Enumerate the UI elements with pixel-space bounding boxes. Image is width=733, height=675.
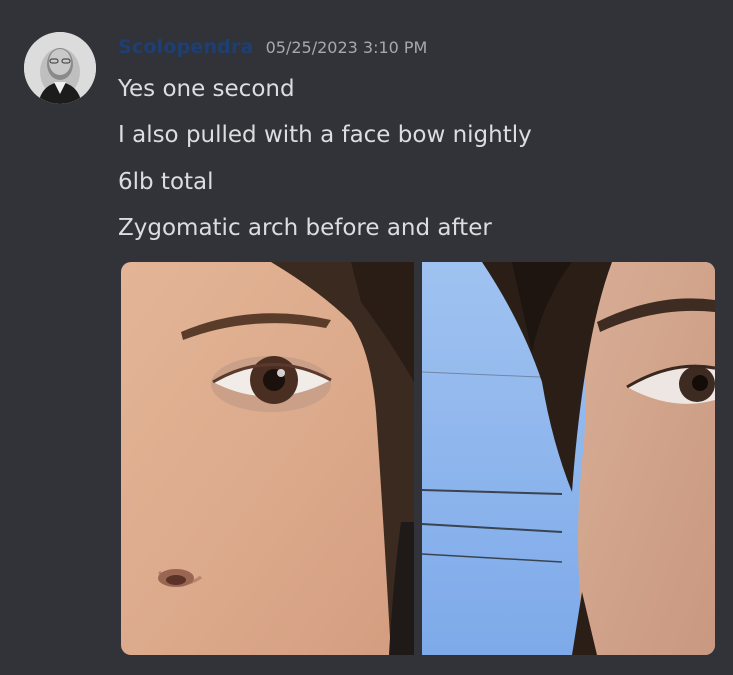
author-name[interactable]: Scolopendra [118,36,254,58]
message-line: Yes one second [118,76,295,102]
after-photo[interactable] [422,262,715,655]
message-timestamp[interactable]: 05/25/2023 3:10 PM [266,38,428,57]
message-line: Zygomatic arch before and after [118,215,492,241]
before-photo[interactable] [121,262,414,655]
image-attachment [121,262,715,655]
chat-message: Scolopendra 05/25/2023 3:10 PM Yes one s… [0,0,733,675]
message-line: I also pulled with a face bow nightly [118,122,532,148]
message-header: Scolopendra 05/25/2023 3:10 PM [118,36,427,62]
user-avatar[interactable] [24,32,96,104]
message-line: 6lb total [118,169,214,195]
